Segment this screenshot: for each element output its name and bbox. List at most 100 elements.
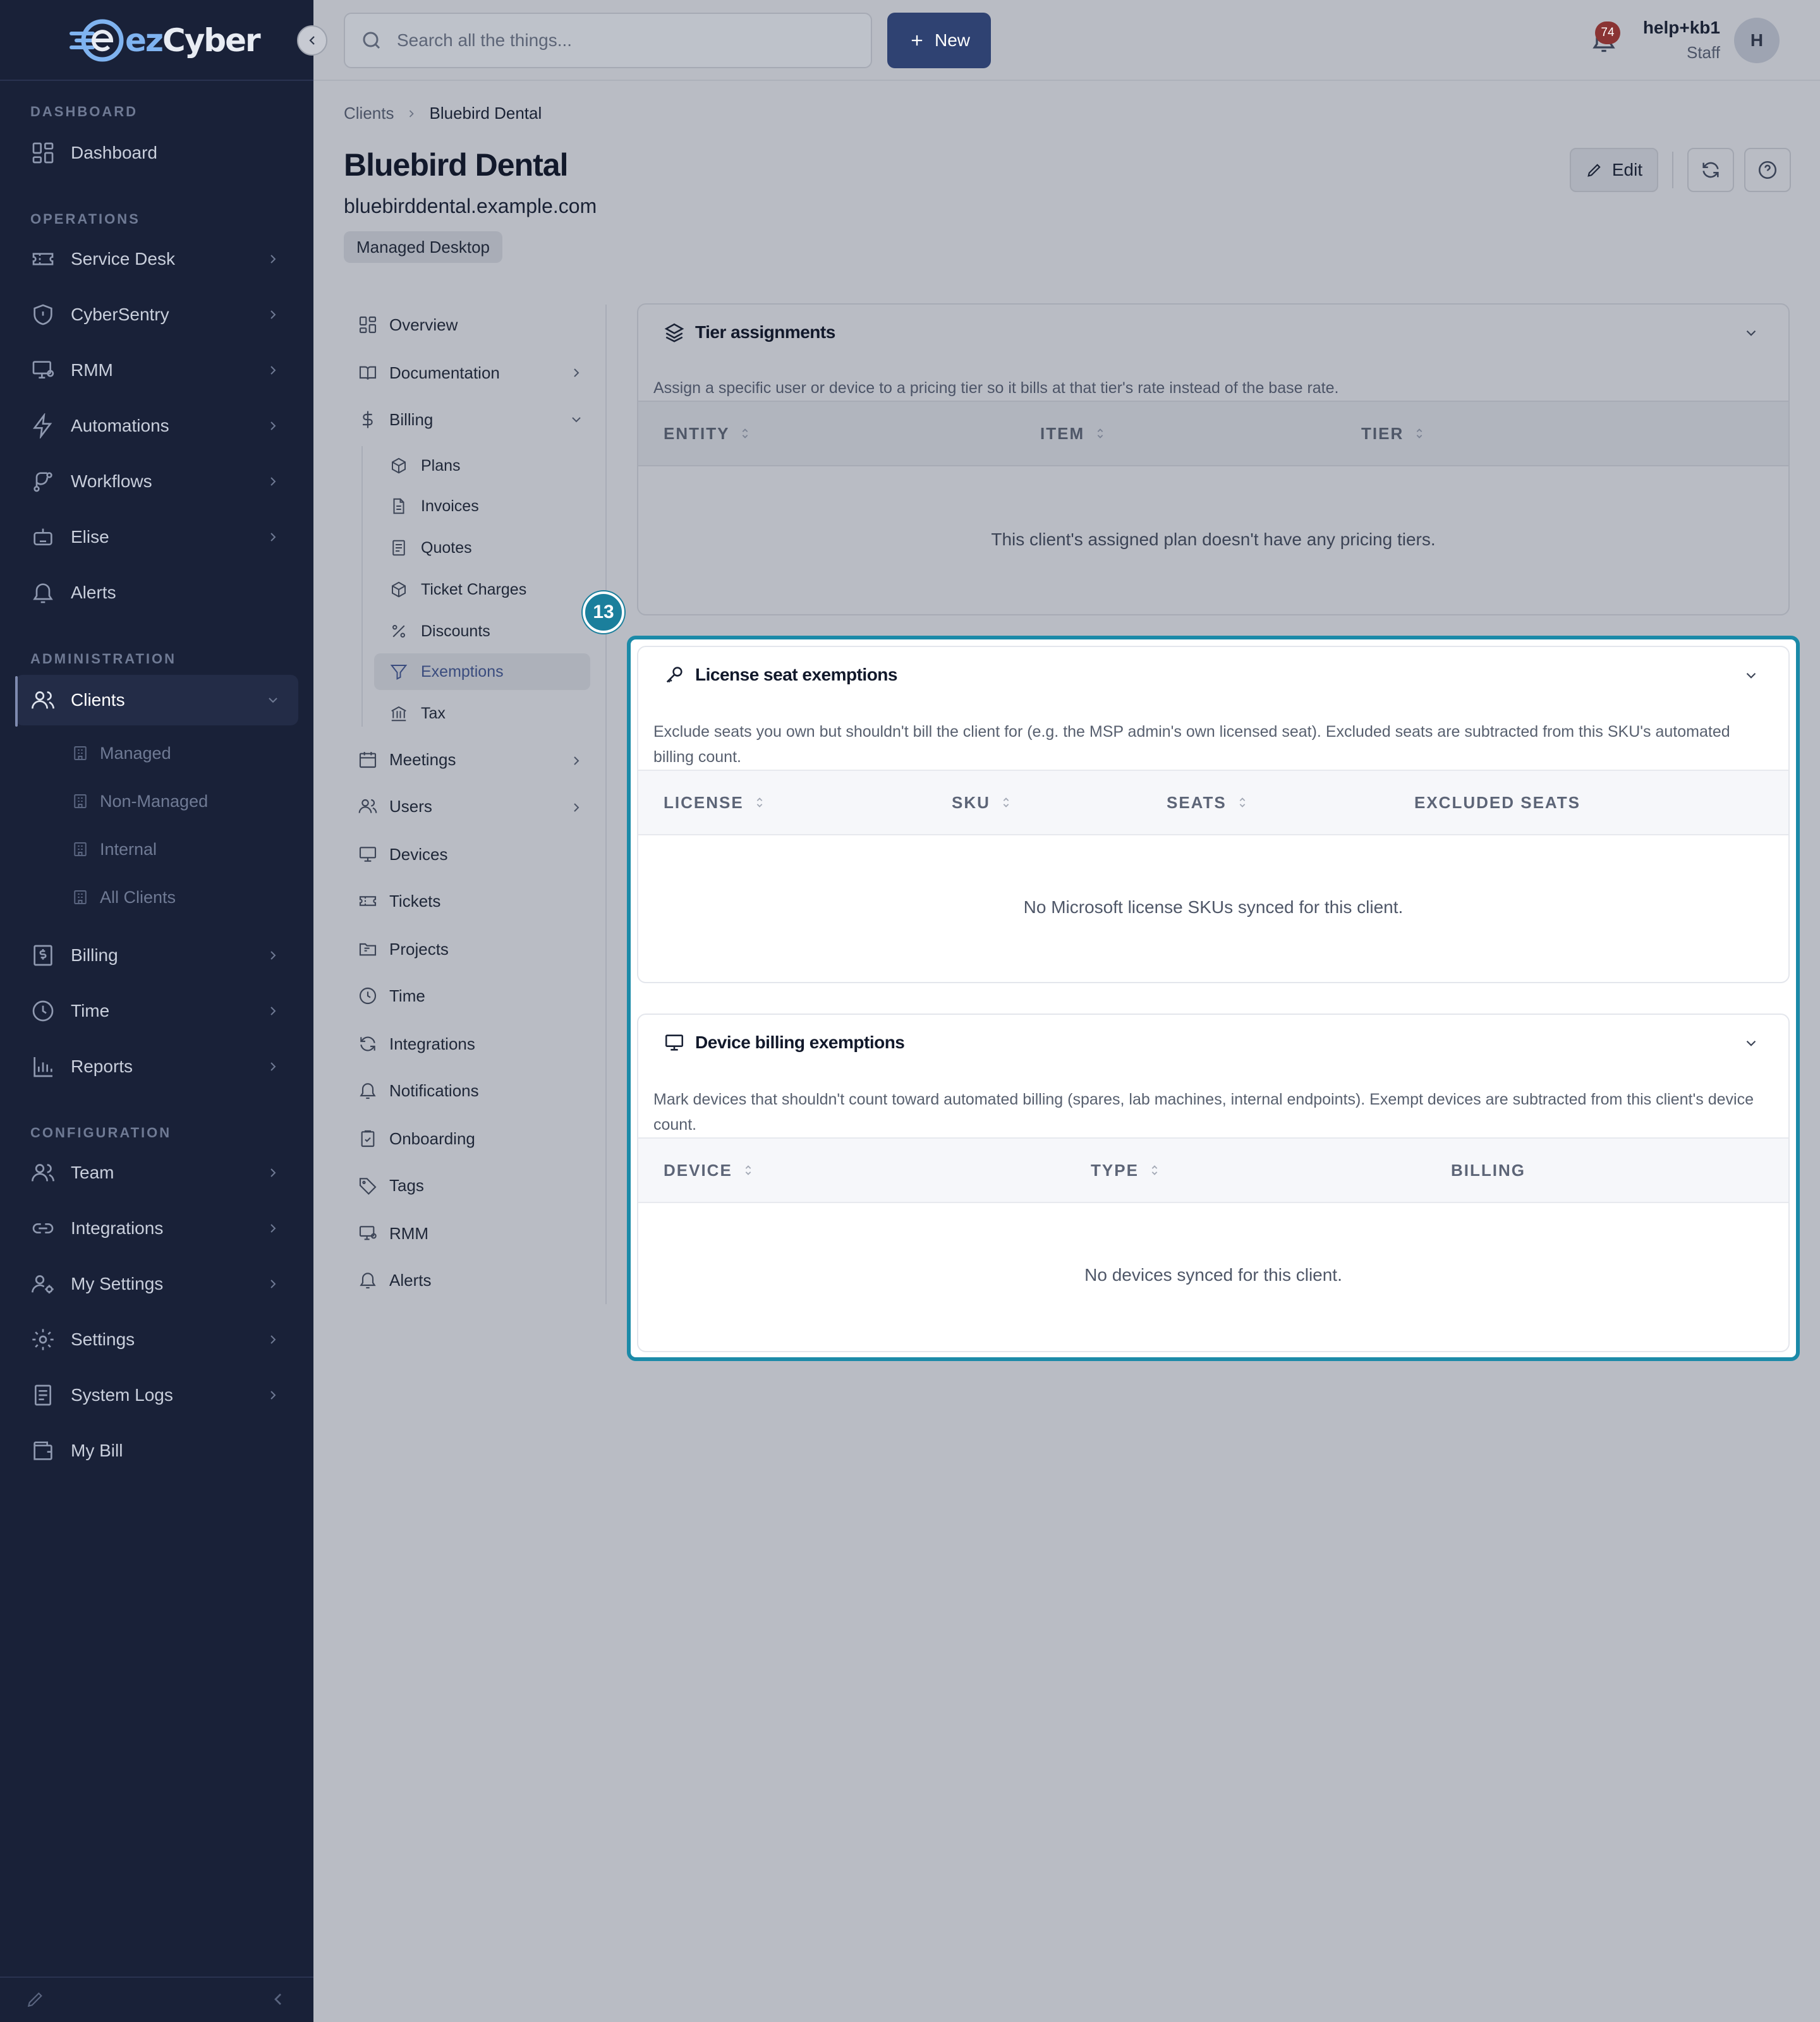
subnav-notifications[interactable]: Notifications: [358, 1072, 479, 1110]
subnav-devices[interactable]: Devices: [358, 835, 447, 873]
edit-button-label: Edit: [1611, 160, 1643, 179]
sidebar-item-cybersentry[interactable]: CyberSentry: [15, 289, 298, 340]
sidebar-item-service-desk[interactable]: Service Desk: [15, 234, 298, 284]
column-header-seats[interactable]: SEATS: [1167, 771, 1249, 834]
sidebar-item-label: Service Desk: [71, 249, 175, 269]
sidebar-item-label: Dashboard: [71, 143, 157, 162]
column-header-entity[interactable]: ENTITY: [664, 402, 752, 465]
column-header-license[interactable]: LICENSE: [664, 771, 767, 834]
subnav-billing[interactable]: Billing: [358, 401, 433, 439]
chevron-down-icon[interactable]: [1743, 1035, 1759, 1051]
sidebar-item-settings[interactable]: Settings: [15, 1314, 298, 1365]
help-button[interactable]: [1744, 148, 1791, 192]
user-cog-icon: [32, 1275, 54, 1293]
sidebar-item-my-bill[interactable]: My Bill: [15, 1426, 298, 1476]
chevron-down-icon[interactable]: [1743, 325, 1759, 341]
license-seat-exemptions-header[interactable]: License seat exemptions: [638, 647, 1788, 703]
sidebar-item-rmm[interactable]: RMM: [15, 345, 298, 396]
building-icon: [74, 890, 87, 904]
sidebar-subitem-all-clients[interactable]: All Clients: [71, 878, 176, 916]
sidebar-item-label: RMM: [71, 360, 113, 380]
global-search[interactable]: [344, 13, 872, 68]
pencil-icon[interactable]: [25, 1989, 46, 2009]
receipt-icon: [392, 540, 405, 556]
sidebar-subitem-managed[interactable]: Managed: [71, 734, 171, 772]
column-header-tier[interactable]: TIER: [1361, 402, 1426, 465]
chevron-right-icon: [270, 533, 276, 542]
device-billing-exemptions-header[interactable]: Device billing exemptions: [638, 1015, 1788, 1070]
subnav-onboarding[interactable]: Onboarding: [358, 1120, 475, 1158]
sidebar-item-my-settings[interactable]: My Settings: [15, 1259, 298, 1309]
search-input[interactable]: [397, 30, 839, 51]
device-billing-exemptions-card: Device billing exemptions Mark devices t…: [637, 1014, 1790, 1352]
chevron-right-icon: [270, 1007, 276, 1015]
sidebar-divider: [0, 80, 313, 81]
sidebar-item-label: Time: [71, 1001, 110, 1020]
app-logo[interactable]: ezCyber: [68, 16, 261, 64]
sidebar-item-time[interactable]: Time: [15, 986, 298, 1036]
sidebar-subitem-non-managed[interactable]: Non-Managed: [71, 782, 208, 820]
card-description: Mark devices that shouldn't count toward…: [653, 1091, 1754, 1134]
invoice-dollar-icon: [33, 945, 52, 966]
sidebar-item-elise[interactable]: Elise: [15, 512, 298, 562]
subnav-rmm[interactable]: RMM: [358, 1214, 428, 1252]
tier-assignments-header[interactable]: Tier assignments: [638, 305, 1788, 360]
subnav-billing-quotes[interactable]: Quotes: [389, 530, 472, 566]
column-header-sku[interactable]: SKU: [952, 771, 1013, 834]
sidebar-subitem-internal[interactable]: Internal: [71, 830, 157, 868]
subnav-billing-tax[interactable]: Tax: [389, 695, 446, 732]
building-icon: [74, 746, 87, 760]
sidebar-item-integrations[interactable]: Integrations: [15, 1203, 298, 1254]
link-icon: [32, 1223, 54, 1233]
sidebar-item-dashboard[interactable]: Dashboard: [15, 128, 298, 178]
subnav-billing-exemptions[interactable]: Exemptions: [374, 653, 590, 690]
sidebar-item-billing[interactable]: Billing: [15, 930, 298, 981]
user-avatar[interactable]: H: [1734, 18, 1780, 63]
sidebar-item-reports[interactable]: Reports: [15, 1041, 298, 1092]
step-badge: 13: [583, 591, 624, 633]
subnav-billing-ticket-charges[interactable]: Ticket Charges: [389, 571, 526, 608]
subnav-label: Documentation: [389, 363, 500, 382]
sidebar-footer-divider: [0, 1977, 313, 1978]
subnav-billing-discounts[interactable]: Discounts: [389, 613, 490, 650]
sidebar-item-workflows[interactable]: Workflows: [15, 456, 298, 507]
section-dashboard: DASHBOARD: [30, 104, 138, 119]
column-header-type[interactable]: TYPE: [1091, 1139, 1162, 1202]
percent-icon: [392, 625, 406, 638]
subnav-documentation[interactable]: Documentation: [358, 354, 500, 392]
chevron-right-icon: [270, 1335, 276, 1344]
sidebar-subitem-label: Non-Managed: [100, 791, 209, 811]
refresh-button[interactable]: [1687, 148, 1734, 192]
sidebar-item-system-logs[interactable]: System Logs: [15, 1370, 298, 1420]
subnav-tickets[interactable]: Tickets: [358, 882, 440, 920]
subnav-label: RMM: [389, 1223, 429, 1243]
card-description: Exclude seats you own but shouldn't bill…: [653, 723, 1730, 766]
subnav-billing-plans[interactable]: Plans: [389, 447, 461, 484]
subnav-time[interactable]: Time: [358, 977, 425, 1015]
edit-button[interactable]: Edit: [1570, 148, 1658, 192]
subnav-tags[interactable]: Tags: [358, 1166, 424, 1204]
sidebar-item-clients[interactable]: Clients: [15, 675, 298, 725]
subnav-projects[interactable]: Projects: [358, 930, 449, 968]
subnav-billing-invoices[interactable]: Invoices: [389, 488, 479, 524]
subnav-label: Discounts: [421, 622, 490, 640]
sidebar-item-automations[interactable]: Automations: [15, 401, 298, 451]
subnav-meetings[interactable]: Meetings: [358, 741, 456, 778]
column-header-device[interactable]: DEVICE: [664, 1139, 755, 1202]
sidebar-subitem-label: Managed: [100, 743, 171, 763]
subnav-divider: [605, 305, 607, 1304]
sidebar-collapse-button[interactable]: [297, 25, 327, 56]
billing-tree-line: [361, 446, 363, 727]
new-button[interactable]: New: [887, 13, 991, 68]
subnav-users[interactable]: Users: [358, 787, 432, 825]
subnav-overview[interactable]: Overview: [358, 306, 458, 344]
chevron-down-icon[interactable]: [1743, 667, 1759, 684]
sidebar-item-alerts[interactable]: Alerts: [15, 567, 298, 618]
subnav-integrations[interactable]: Integrations: [358, 1025, 475, 1063]
subnav-alerts[interactable]: Alerts: [358, 1261, 431, 1299]
chevron-left-icon[interactable]: [268, 1989, 288, 2009]
column-header-item[interactable]: ITEM: [1040, 402, 1107, 465]
sidebar-item-team[interactable]: Team: [15, 1147, 298, 1198]
chevron-right-icon: [270, 255, 276, 263]
breadcrumb-clients-link[interactable]: Clients: [344, 104, 394, 123]
